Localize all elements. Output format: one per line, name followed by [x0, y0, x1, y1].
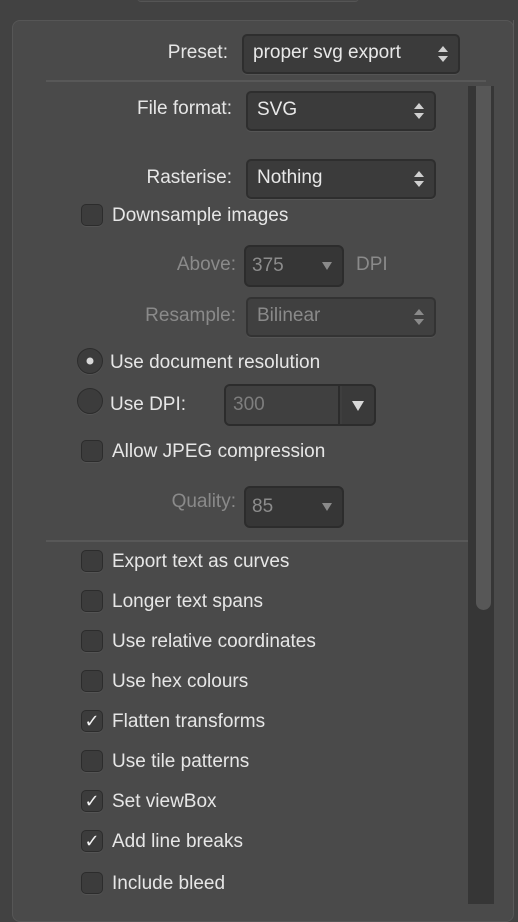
downsample-images-checkbox[interactable] — [81, 204, 103, 226]
file-format-value: SVG — [257, 99, 298, 120]
file-format-select[interactable]: SVG — [246, 91, 436, 131]
dpi-dropdown-button[interactable] — [342, 386, 374, 424]
option-label: Use hex colours — [112, 671, 249, 692]
rasterise-value: Nothing — [257, 167, 323, 188]
divider — [46, 540, 468, 542]
preset-value: proper svg export — [253, 42, 401, 63]
top-stub — [137, 0, 359, 2]
option-checkbox[interactable] — [81, 670, 103, 692]
preset-select[interactable]: proper svg export — [242, 34, 460, 74]
option-checkbox[interactable] — [81, 630, 103, 652]
resample-select[interactable]: Bilinear — [246, 297, 436, 337]
option-label: Include bleed — [112, 873, 226, 894]
preset-label: Preset: — [167, 42, 228, 63]
rasterise-label: Rasterise: — [146, 167, 232, 188]
option-checkbox[interactable] — [81, 590, 103, 612]
option-checkbox[interactable] — [81, 750, 103, 772]
option-checkbox[interactable]: ✓ — [81, 710, 103, 732]
divider — [46, 80, 486, 82]
quality-value: 85 — [252, 496, 274, 517]
use-dpi-radio[interactable] — [77, 388, 103, 414]
resample-value: Bilinear — [257, 305, 321, 326]
option-label: Set viewBox — [112, 791, 217, 812]
resample-label: Resample: — [145, 305, 236, 326]
dropdown-arrow-icon — [322, 262, 332, 270]
export-settings-panel — [12, 20, 514, 922]
file-format-label: File format: — [136, 98, 232, 119]
dpi-input[interactable]: 300 — [226, 386, 340, 424]
downsample-images-label: Downsample images — [112, 205, 289, 226]
option-checkbox[interactable]: ✓ — [81, 790, 103, 812]
panel-edge — [513, 20, 514, 910]
use-document-resolution-radio[interactable] — [77, 348, 103, 374]
option-checkbox[interactable]: ✓ — [81, 830, 103, 852]
above-unit-label: DPI — [356, 254, 388, 275]
scrollbar-thumb[interactable] — [476, 86, 491, 610]
option-label: Longer text spans — [112, 591, 264, 612]
option-checkbox[interactable] — [81, 550, 103, 572]
option-label: Add line breaks — [112, 831, 243, 852]
option-label: Use tile patterns — [112, 751, 250, 772]
updown-arrows-icon — [414, 102, 424, 120]
rasterise-select[interactable]: Nothing — [246, 159, 436, 199]
use-document-resolution-label: Use document resolution — [110, 352, 321, 373]
allow-jpeg-compression-label: Allow JPEG compression — [112, 441, 326, 462]
allow-jpeg-compression-checkbox[interactable] — [81, 440, 103, 462]
above-dpi-combo[interactable]: 375 — [244, 245, 344, 287]
dropdown-arrow-icon — [322, 503, 332, 511]
updown-arrows-icon — [414, 170, 424, 188]
use-dpi-label: Use DPI: — [110, 394, 187, 415]
dpi-combo[interactable]: 300 — [224, 384, 376, 426]
above-value: 375 — [252, 255, 284, 276]
updown-arrows-icon — [438, 45, 448, 63]
updown-arrows-icon — [414, 308, 424, 326]
option-checkbox[interactable] — [81, 872, 103, 894]
option-label: Use relative coordinates — [112, 631, 316, 652]
option-label: Flatten transforms — [112, 711, 266, 732]
quality-combo[interactable]: 85 — [244, 486, 344, 528]
above-label: Above: — [176, 254, 236, 275]
quality-label: Quality: — [171, 491, 236, 512]
option-label: Export text as curves — [112, 551, 290, 572]
